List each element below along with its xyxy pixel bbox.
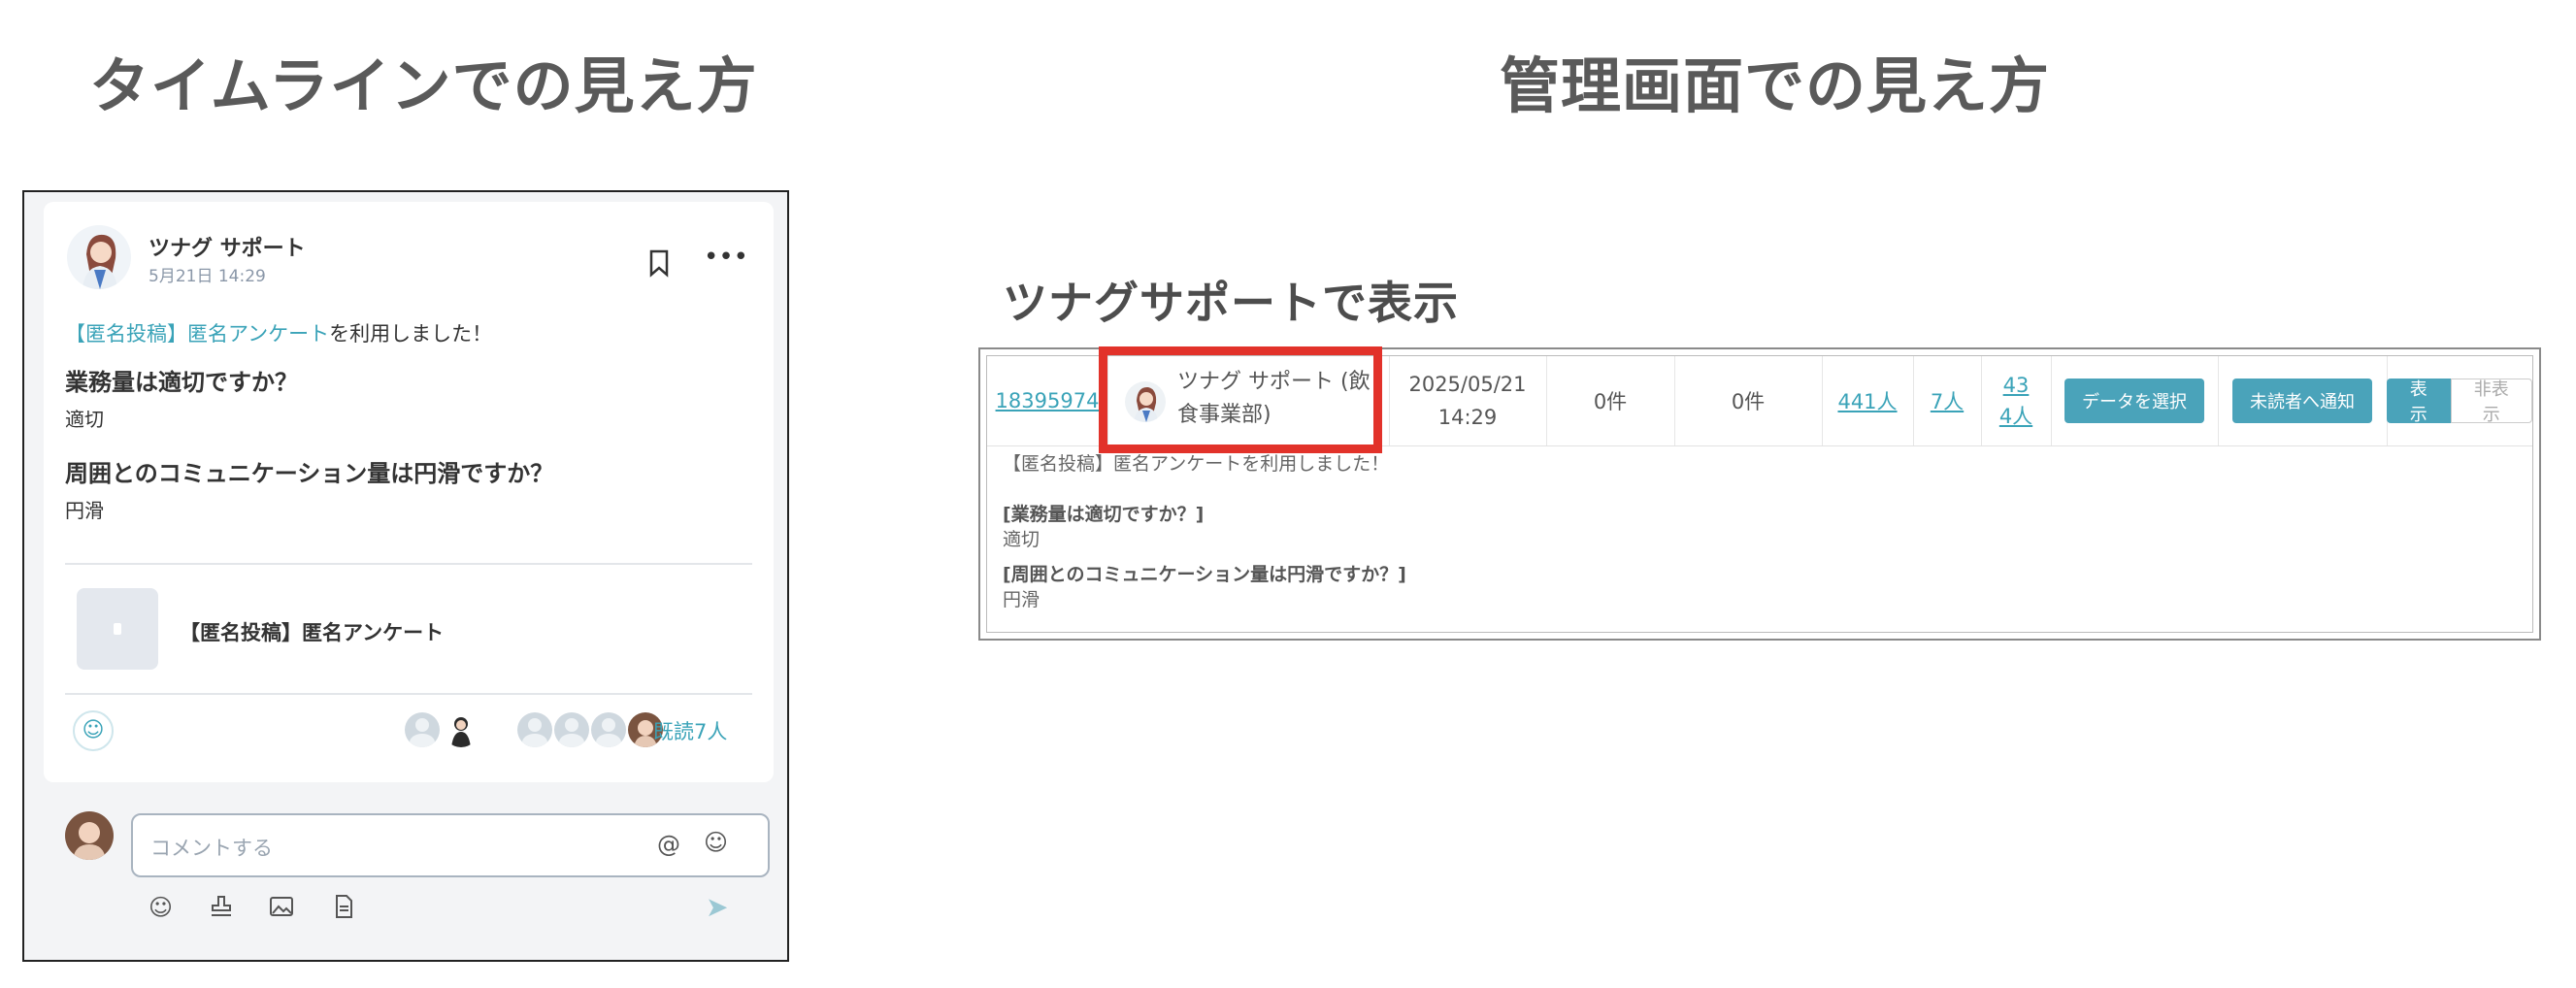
image-icon[interactable] (269, 894, 294, 925)
highlight-box (1099, 346, 1382, 453)
send-icon[interactable]: ➤ (706, 891, 728, 923)
answer-2: 円滑 (65, 499, 104, 522)
author-avatar[interactable] (67, 225, 131, 289)
unread-link[interactable]: 434人 (1997, 370, 2035, 432)
file-icon[interactable] (331, 894, 356, 925)
timeline-post-frame: ツナグ サポート 5月21日 14:29 ••• 【匿名投稿】匿名アンケートを利… (22, 190, 789, 962)
stamp-icon[interactable] (209, 894, 234, 925)
emoji-icon[interactable]: ☺ (704, 829, 728, 856)
read-cell: 7人 (1913, 356, 1982, 445)
answer-1: 適切 (65, 408, 104, 431)
admin-subheading: ツナグサポートで表示 (1003, 277, 1459, 329)
post-date: 5月21日 14:29 (149, 267, 266, 286)
my-avatar (65, 811, 114, 860)
question-2: 周囲とのコミュニケーション量は円滑ですか？ (65, 460, 554, 487)
timeline-view-heading: タイムラインでの見え方 (89, 50, 758, 121)
show-button[interactable]: 表示 (2387, 379, 2451, 425)
reaction-avatar (405, 712, 440, 747)
emoji-icon[interactable]: ☺ (149, 894, 173, 921)
visibility-cell: 表示 非表示 (2387, 356, 2532, 445)
target-link[interactable]: 441人 (1837, 386, 1897, 415)
divider (65, 693, 752, 695)
timeline-post-card: ツナグ サポート 5月21日 14:29 ••• 【匿名投稿】匿名アンケートを利… (44, 202, 774, 782)
bookmark-icon[interactable] (645, 248, 673, 278)
posted-time: 14:29 (1437, 406, 1498, 429)
comment-input[interactable]: コメントする @ ☺ (131, 813, 770, 877)
reaction-avatar (444, 712, 479, 747)
author-name[interactable]: ツナグ サポート (149, 231, 306, 262)
body-question-1: [業務量は適切ですか？] (1003, 504, 1205, 525)
link-preview-title[interactable]: 【匿名投稿】匿名アンケート (180, 617, 444, 646)
body-answer-2: 円滑 (1003, 589, 1040, 610)
count-1: 0件 (1593, 390, 1628, 413)
body-answer-1: 適切 (1003, 529, 1040, 550)
read-link[interactable]: 7人 (1931, 386, 1964, 415)
hide-button[interactable]: 非表示 (2450, 379, 2532, 425)
at-icon[interactable]: @ (657, 831, 680, 858)
divider (65, 563, 752, 565)
body-line-1: 【匿名投稿】匿名アンケートを利用しました！ (1003, 453, 1390, 475)
anon-post-line: 【匿名投稿】匿名アンケートを利用しました！ (65, 318, 492, 347)
reader-avatar (591, 712, 626, 747)
select-data-button[interactable]: データを選択 (2064, 379, 2204, 423)
posted-date: 2025/05/21 (1408, 373, 1527, 396)
comment-placeholder: コメントする (150, 837, 273, 860)
body-question-2: [周囲とのコミュニケーション量は円滑ですか？] (1003, 564, 1406, 585)
posted-date-cell: 2025/05/21 14:29 (1389, 356, 1547, 445)
count-cell-2: 0件 (1674, 356, 1823, 445)
count-2: 0件 (1731, 390, 1766, 413)
reader-avatar (554, 712, 589, 747)
link-thumbnail[interactable] (77, 588, 158, 670)
notify-unread-button[interactable]: 未読者へ通知 (2232, 379, 2372, 423)
question-1: 業務量は適切ですか？ (65, 369, 298, 396)
add-reaction-icon[interactable]: ☺ (73, 710, 114, 751)
notify-button-cell: 未読者へ通知 (2218, 356, 2388, 445)
data-button-cell: データを選択 (2051, 356, 2219, 445)
more-icon[interactable]: ••• (704, 245, 748, 278)
anon-survey-link[interactable]: 匿名アンケート (187, 322, 329, 346)
count-cell-1: 0件 (1546, 356, 1675, 445)
anon-suffix: を利用しました！ (329, 322, 493, 346)
admin-view-heading: 管理画面での見え方 (1500, 50, 2051, 121)
target-cell: 441人 (1822, 356, 1914, 445)
unread-cell: 434人 (1981, 356, 2052, 445)
post-id-link[interactable]: 18395974 (996, 389, 1100, 412)
anon-tag[interactable]: 【匿名投稿】 (65, 322, 187, 346)
read-count[interactable]: 既読7人 (653, 716, 727, 745)
post-id-cell: 18395974 (987, 356, 1108, 445)
reader-avatar (517, 712, 552, 747)
